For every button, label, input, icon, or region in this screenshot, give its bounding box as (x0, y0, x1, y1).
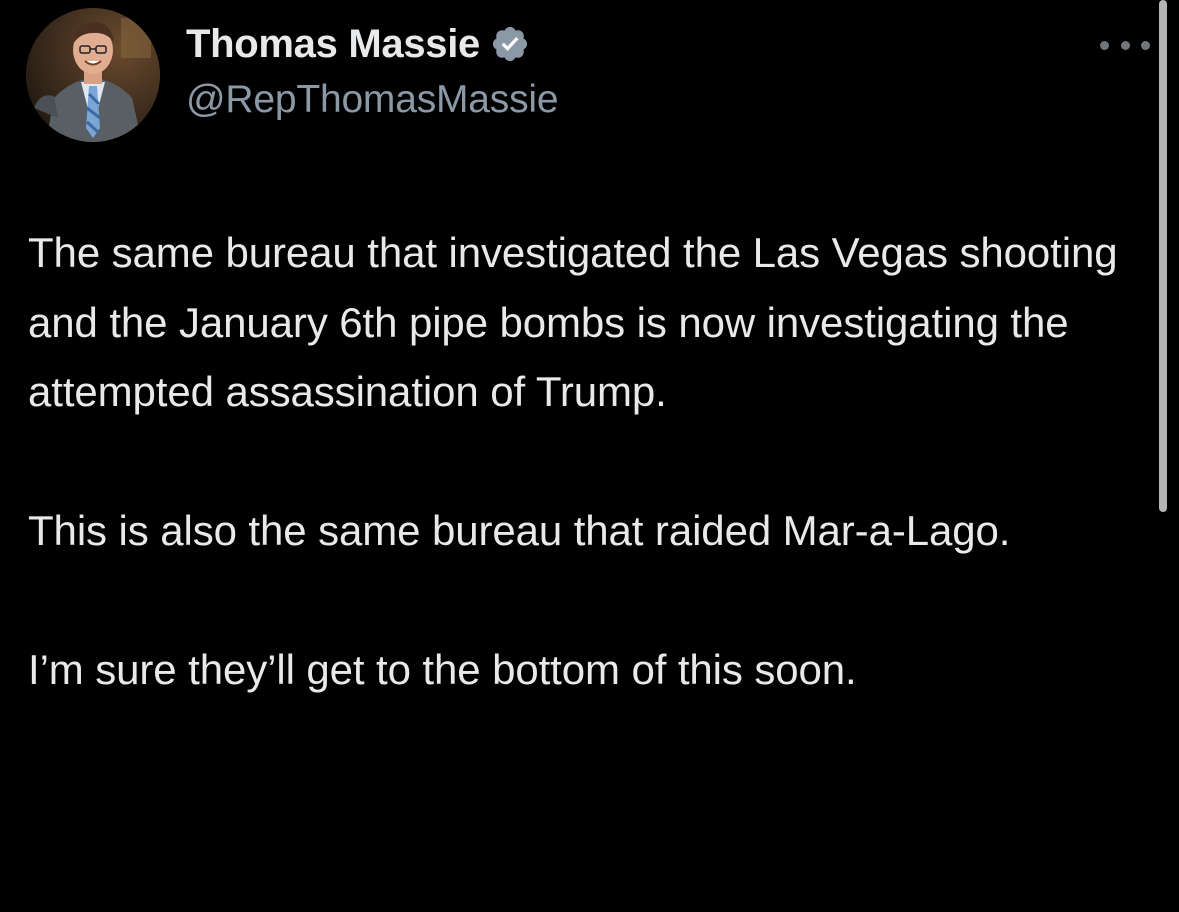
verified-badge-icon[interactable] (490, 24, 530, 64)
author-display-name[interactable]: Thomas Massie (186, 22, 480, 67)
tweet-paragraph: This is also the same bureau that raided… (28, 507, 1011, 554)
dot (1120, 40, 1130, 50)
author-handle[interactable]: @RepThomasMassie (186, 78, 559, 122)
name-row: Thomas Massie (186, 18, 558, 70)
dot (1141, 40, 1150, 50)
tweet-header: Thomas Massie @RepThomasMassie (186, 18, 559, 122)
avatar-photo (26, 8, 160, 142)
tweet-card: Thomas Massie @RepThomasMassie The same … (0, 0, 1179, 912)
dot (1100, 40, 1109, 50)
scrollbar[interactable] (1159, 0, 1167, 512)
more-options-icon[interactable] (1100, 30, 1150, 60)
tweet-text: The same bureau that investigated the La… (28, 218, 1153, 705)
avatar[interactable] (26, 8, 160, 142)
tweet-paragraph: The same bureau that investigated the La… (28, 229, 1118, 415)
tweet-paragraph: I’m sure they’ll get to the bottom of th… (28, 646, 857, 693)
